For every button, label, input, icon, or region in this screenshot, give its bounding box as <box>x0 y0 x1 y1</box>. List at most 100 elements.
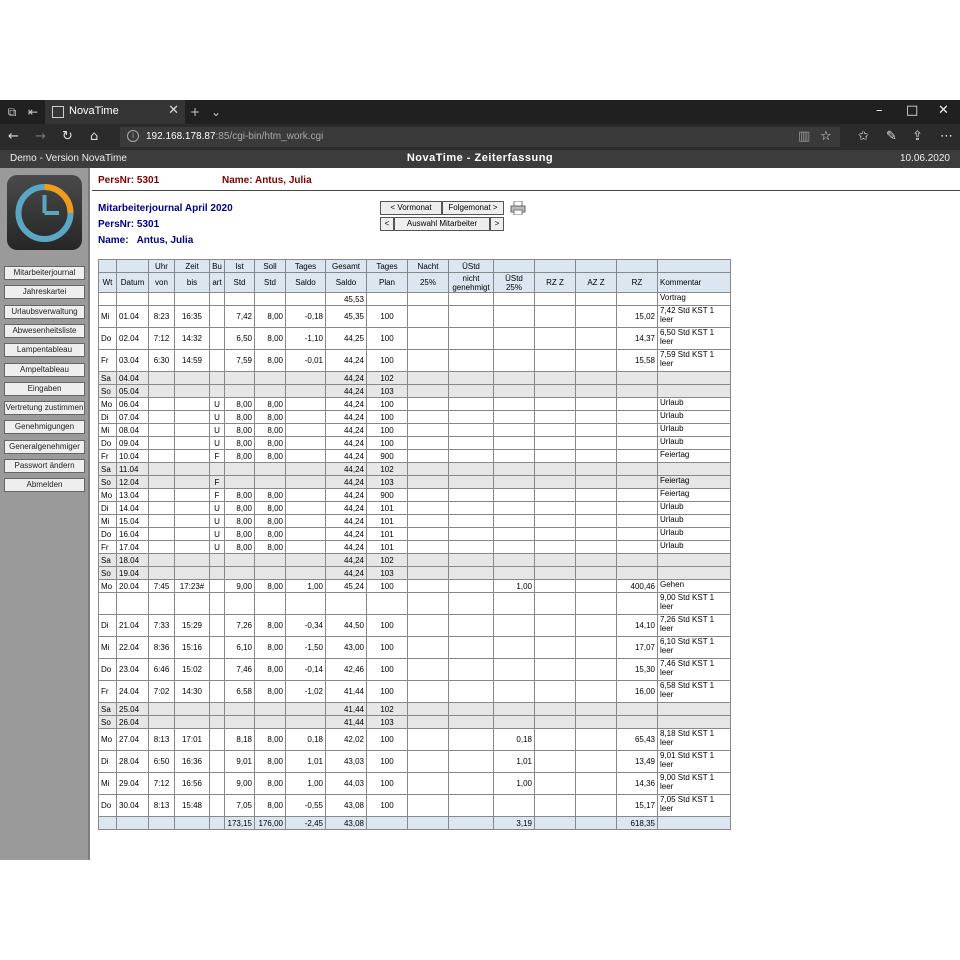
table-cell <box>575 579 617 593</box>
next-month-button[interactable]: Folgemonat > <box>442 201 504 215</box>
table-cell <box>407 384 449 398</box>
table-cell: Urlaub <box>657 436 731 450</box>
header-cell: art <box>209 272 225 293</box>
table-cell <box>448 540 494 554</box>
tab-actions-icon[interactable]: ⧉ <box>4 104 20 120</box>
table-cell <box>209 614 225 637</box>
table-cell <box>448 614 494 637</box>
sidebar-item-8[interactable]: Genehmigungen <box>4 420 85 435</box>
table-cell: Fr <box>98 349 117 372</box>
sidebar-item-5[interactable]: Ampeltableau <box>4 362 85 377</box>
back-tabs-icon[interactable]: ⇤ <box>25 104 41 120</box>
table-cell <box>493 702 535 716</box>
prev-month-button[interactable]: < Vormonat <box>380 201 442 215</box>
favorites-icon[interactable]: ✩ <box>858 129 869 144</box>
prev-employee-button[interactable]: < <box>380 217 394 231</box>
sidebar-item-7[interactable]: Vertretung zustimmen <box>4 401 85 416</box>
url-field[interactable]: i 192.168.178.87:85/cgi-bin/htm_work.cgi… <box>120 127 840 147</box>
forward-icon[interactable]: → <box>35 129 46 144</box>
sidebar-item-11[interactable]: Abmelden <box>4 478 85 493</box>
table-row: Fr 10.04 F 8,00 8,00 44,24 900 Feiertag <box>98 449 731 463</box>
tab-list-icon[interactable]: ⌄ <box>208 104 224 120</box>
table-cell: -0,01 <box>285 349 326 372</box>
url-path: :85/cgi-bin/htm_work.cgi <box>215 131 324 142</box>
close-window-icon[interactable]: ✕ <box>938 103 949 118</box>
favorite-star-icon[interactable]: ☆ <box>820 129 832 144</box>
table-cell: 7,42 <box>224 305 255 328</box>
table-cell: 9,00 <box>224 579 255 593</box>
share-icon[interactable]: ⇪ <box>912 129 923 144</box>
table-cell: 45,53 <box>325 292 367 306</box>
table-cell <box>575 327 617 350</box>
table-cell <box>575 292 617 306</box>
pen-icon[interactable]: ✎ <box>886 129 897 144</box>
table-cell: 100 <box>366 614 408 637</box>
sidebar-item-0[interactable]: Mitarbeiterjournal <box>4 266 85 280</box>
table-cell <box>448 371 494 385</box>
table-cell: Feiertag <box>657 488 731 502</box>
table-cell <box>174 527 210 541</box>
table-header-row: Wt Datum von bis art Std Std Saldo Saldo Plan 25% n… <box>98 272 731 293</box>
table-cell: 8:13 <box>148 794 175 817</box>
info-icon[interactable]: i <box>127 130 139 142</box>
table-cell <box>254 475 286 489</box>
table-cell <box>254 715 286 729</box>
select-employee-button[interactable]: Auswahl Mitarbeiter <box>394 217 490 231</box>
table-cell <box>285 384 326 398</box>
table-cell <box>174 816 210 830</box>
reading-view-icon[interactable]: ▥ <box>798 129 810 144</box>
sidebar-item-1[interactable]: Jahreskartei <box>4 285 85 300</box>
next-employee-button[interactable]: > <box>490 217 504 231</box>
new-tab-icon[interactable]: + <box>187 104 203 120</box>
table-cell: 8,00 <box>254 680 286 703</box>
table-cell: 8,00 <box>224 514 255 528</box>
table-cell <box>534 680 576 703</box>
browser-tab[interactable]: NovaTime ✕ <box>45 100 185 124</box>
sidebar-item-10[interactable]: Passwort ändern <box>4 459 85 473</box>
table-cell: 103 <box>366 566 408 580</box>
table-cell <box>534 566 576 580</box>
table-cell <box>209 772 225 795</box>
table-cell: 6:46 <box>148 658 175 681</box>
header-cell: Ist <box>224 259 255 273</box>
table-cell <box>224 553 255 567</box>
more-icon[interactable]: ⋯ <box>940 129 953 144</box>
table-row: Mi 22.04 8:36 15:16 6,10 8,00 -1,50 43,00 100 17,… <box>98 636 731 659</box>
table-cell <box>493 436 535 450</box>
back-icon[interactable]: ← <box>8 129 19 144</box>
table-cell <box>534 702 576 716</box>
sidebar-item-3[interactable]: Abwesenheitsliste <box>4 323 85 338</box>
printer-icon[interactable] <box>510 201 526 215</box>
table-cell: 8,00 <box>254 794 286 817</box>
table-cell: 45,24 <box>325 579 367 593</box>
reload-icon[interactable]: ↻ <box>62 129 73 144</box>
table-cell <box>407 816 449 830</box>
table-cell <box>209 592 225 615</box>
table-row: 173,15 176,00 -2,45 43,08 3,19 618,35 <box>98 816 731 830</box>
table-cell <box>616 540 658 554</box>
table-cell: 7,59 Std KST 1 leer <box>657 349 731 372</box>
home-icon[interactable]: ⌂ <box>90 129 98 144</box>
table-cell <box>407 371 449 385</box>
sidebar-item-9[interactable]: Generalgenehmiger <box>4 439 85 454</box>
header-cell: RZ Z <box>534 272 576 293</box>
sidebar-item-2[interactable]: Urlaubsverwaltung <box>4 304 85 319</box>
table-cell <box>209 750 225 773</box>
table-cell: 1,00 <box>493 579 535 593</box>
maximize-icon[interactable]: □ <box>906 103 918 118</box>
sidebar-item-4[interactable]: Lampentableau <box>4 343 85 358</box>
table-cell: 02.04 <box>116 327 149 350</box>
table-cell: 44,24 <box>325 501 367 515</box>
table-cell: 8,00 <box>254 728 286 751</box>
table-cell: 8,00 <box>254 501 286 515</box>
table-cell: U <box>209 501 225 515</box>
table-cell: 1,00 <box>285 579 326 593</box>
table-cell: 8,18 Std KST 1 leer <box>657 728 731 751</box>
table-cell <box>174 436 210 450</box>
minimize-icon[interactable]: – <box>876 103 883 118</box>
close-tab-icon[interactable]: ✕ <box>168 103 179 118</box>
app-header: Demo - Version NovaTime NovaTime - Zeite… <box>0 150 960 168</box>
table-row: Mo 06.04 U 8,00 8,00 44,24 100 Urlaub <box>98 397 731 411</box>
table-cell <box>148 423 175 437</box>
sidebar-item-6[interactable]: Eingaben <box>4 381 85 396</box>
